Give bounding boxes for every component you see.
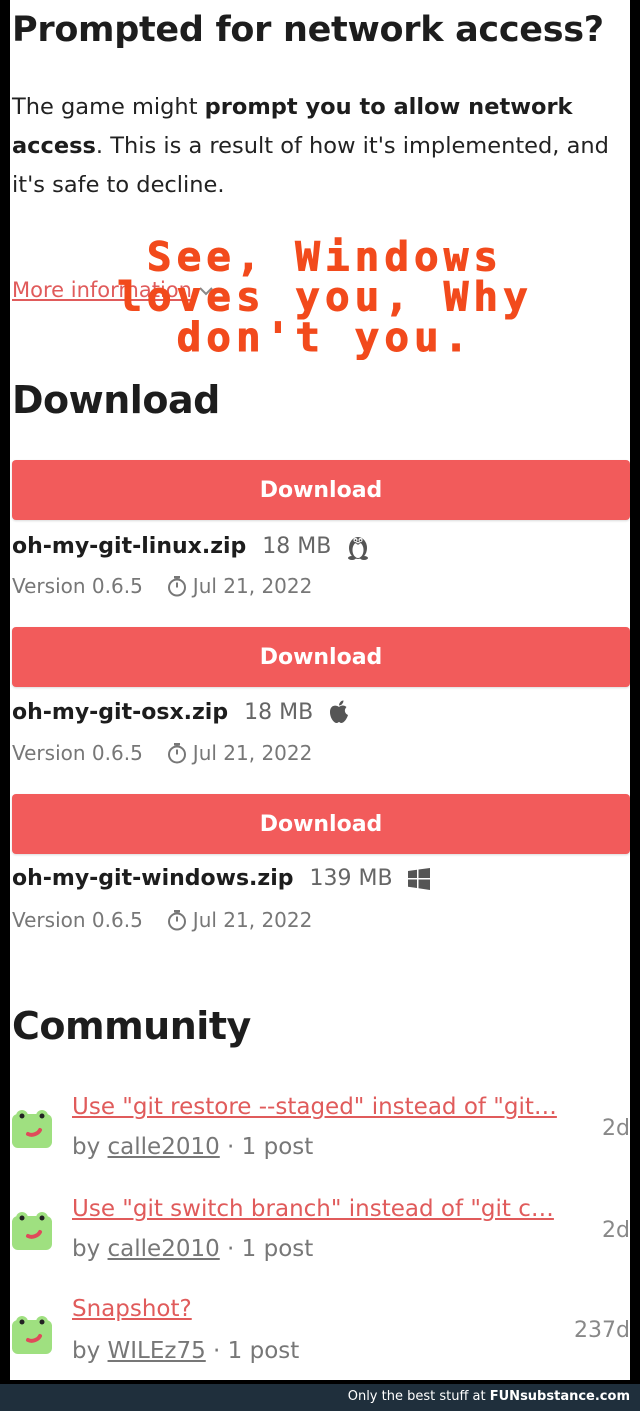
byline-prefix: by	[72, 1236, 108, 1262]
topic-age: 237d	[574, 1318, 630, 1343]
meme-caption-line: don't you.	[176, 313, 474, 361]
file-size: 18 MB	[244, 699, 314, 725]
community-topic: Use "git switch branch" instead of "git …	[10, 1192, 630, 1282]
community-topic: Snapshot? by WILEz75 · 1 post 237d	[10, 1294, 630, 1380]
linux-tux-icon	[345, 532, 371, 560]
topic-byline: by calle2010 · 1 post	[72, 1236, 313, 1262]
file-name: oh-my-git-windows.zip	[12, 866, 294, 891]
topic-title-link[interactable]: Snapshot?	[72, 1296, 582, 1322]
topic-author-link[interactable]: calle2010	[108, 1134, 220, 1160]
file-version: Version 0.6.5	[12, 741, 143, 765]
watermark-prefix: Only the best stuff at	[347, 1389, 490, 1404]
frog-avatar-icon	[10, 1208, 54, 1252]
file-version: Version 0.6.5	[12, 908, 143, 932]
stopwatch-icon	[167, 909, 187, 931]
file-meta-linux: Version 0.6.5 Jul 21, 2022	[12, 574, 312, 598]
frog-avatar-icon	[10, 1312, 54, 1356]
windows-icon	[407, 867, 431, 891]
meme-caption-overlay: See, Windows loves you, Why don't you.	[30, 233, 620, 361]
download-heading: Download	[12, 378, 220, 422]
file-size: 139 MB	[309, 866, 393, 891]
itch-page: Prompted for network access? The game mi…	[10, 0, 630, 1380]
topic-author-link[interactable]: calle2010	[108, 1236, 220, 1262]
file-meta-windows: Version 0.6.5 Jul 21, 2022	[12, 908, 312, 932]
topic-post-count: · 1 post	[219, 1134, 314, 1160]
topic-byline: by WILEz75 · 1 post	[72, 1338, 299, 1364]
byline-prefix: by	[72, 1338, 108, 1364]
download-linux-button[interactable]: Download	[12, 460, 630, 520]
download-file-windows: oh-my-git-windows.zip 139 MB	[12, 866, 431, 891]
community-heading: Community	[12, 1004, 251, 1048]
file-version: Version 0.6.5	[12, 574, 143, 598]
watermark-text: Only the best stuff at FUNsubstance.com	[348, 1389, 630, 1404]
community-topic: Use "git restore --staged" instead of "g…	[10, 1090, 630, 1180]
file-date: Jul 21, 2022	[192, 908, 313, 932]
file-date: Jul 21, 2022	[192, 741, 313, 765]
download-windows-button[interactable]: Download	[12, 794, 630, 854]
file-meta-osx: Version 0.6.5 Jul 21, 2022	[12, 741, 312, 765]
topic-byline: by calle2010 · 1 post	[72, 1134, 313, 1160]
frog-avatar-icon	[10, 1106, 54, 1150]
file-name: oh-my-git-linux.zip	[12, 533, 247, 559]
topic-title-link[interactable]: Use "git restore --staged" instead of "g…	[72, 1094, 582, 1120]
topic-post-count: · 1 post	[219, 1236, 314, 1262]
file-size: 18 MB	[262, 533, 332, 559]
download-file-linux: oh-my-git-linux.zip 18 MB	[12, 532, 371, 560]
network-access-text: The game might prompt you to allow netwo…	[12, 88, 612, 205]
topic-age: 2d	[602, 1218, 630, 1243]
topic-age: 2d	[602, 1116, 630, 1141]
apple-icon	[327, 699, 351, 725]
download-file-osx: oh-my-git-osx.zip 18 MB	[12, 699, 351, 725]
file-name: oh-my-git-osx.zip	[12, 699, 229, 725]
topic-post-count: · 1 post	[205, 1338, 300, 1364]
watermark-brand: FUNsubstance.com	[489, 1389, 630, 1404]
watermark-footer: Only the best stuff at FUNsubstance.com	[0, 1384, 640, 1411]
meme-caption-line: See, Windows	[146, 233, 504, 281]
topic-title-link[interactable]: Use "git switch branch" instead of "git …	[72, 1196, 582, 1222]
file-date: Jul 21, 2022	[192, 574, 313, 598]
meme-caption-line: loves you, Why	[117, 273, 533, 321]
intro-text-post: . This is a result of how it's implement…	[12, 133, 609, 198]
stopwatch-icon	[167, 575, 187, 597]
network-access-heading: Prompted for network access?	[12, 10, 604, 50]
intro-text-pre: The game might	[12, 94, 205, 120]
download-osx-button[interactable]: Download	[12, 627, 630, 687]
stopwatch-icon	[167, 742, 187, 764]
byline-prefix: by	[72, 1134, 108, 1160]
topic-author-link[interactable]: WILEz75	[108, 1338, 206, 1364]
